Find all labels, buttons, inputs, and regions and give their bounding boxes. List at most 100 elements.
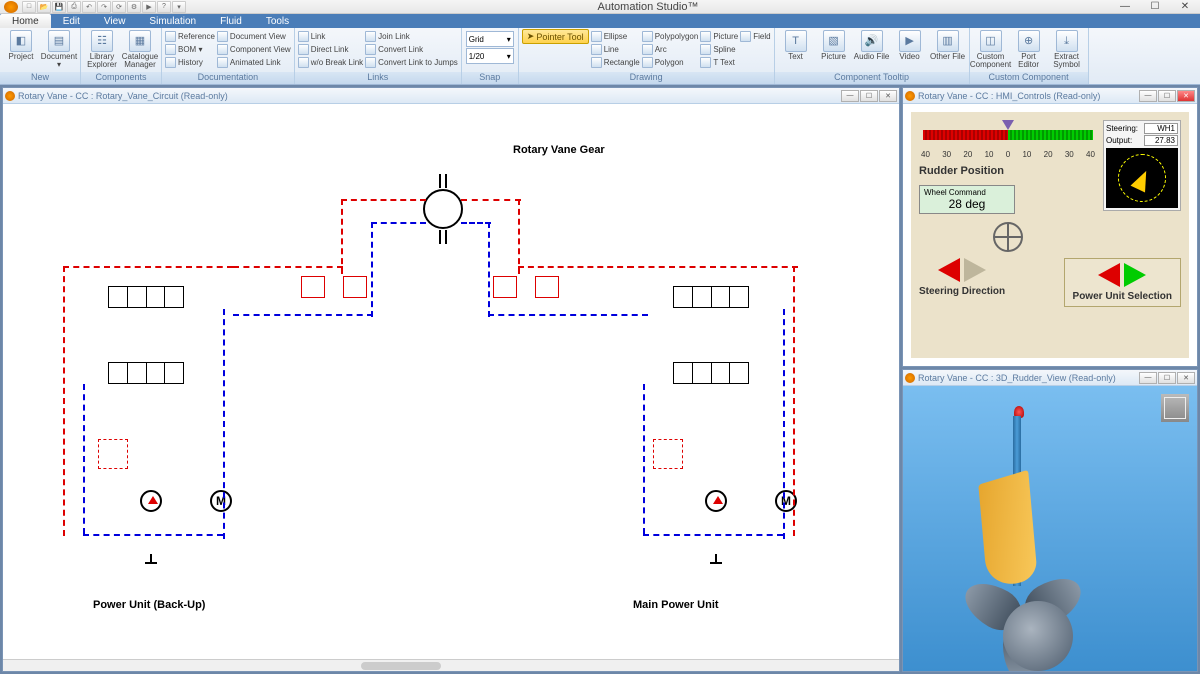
qat-play-icon[interactable]: ▶ [142,1,156,13]
tab-edit[interactable]: Edit [51,14,92,28]
spline-button[interactable]: Spline [700,43,738,56]
view3d-window-header[interactable]: Rotary Vane - CC : 3D_Rudder_View (Read-… [903,370,1197,386]
power-backup-button[interactable] [1098,263,1120,287]
check-left-1 [301,276,325,298]
custom-component-button[interactable]: ◫Custom Component [973,30,1009,69]
text-button[interactable]: T Text [700,56,738,69]
join-link-button[interactable]: Join Link [365,30,458,43]
power-sel-label: Power Unit Selection [1073,291,1172,302]
hmi-window-header[interactable]: Rotary Vane - CC : HMI_Controls (Read-on… [903,88,1197,104]
qat-open-icon[interactable]: 📂 [37,1,51,13]
catalogue-manager-button[interactable]: ▦Catalogue Manager [122,30,158,69]
bom-icon [165,44,176,55]
horizontal-scrollbar[interactable] [3,659,899,671]
qat-new-icon[interactable]: □ [22,1,36,13]
tab-tools[interactable]: Tools [254,14,301,28]
wo-break-link-button[interactable]: w/o Break Link [298,56,363,69]
output-label: Output: [1106,136,1132,145]
port-editor-button[interactable]: ⊕Port Editor [1011,30,1047,69]
convert-link-button[interactable]: Convert Link [365,43,458,56]
child-max-button[interactable]: ☐ [860,90,878,102]
ellipse-button[interactable]: Ellipse [591,30,640,43]
circuit-canvas[interactable]: Rotary Vane Gear Power Unit (Back-Up) Ma… [3,104,899,659]
ribbon-group-links: Link Direct Link w/o Break Link Join Lin… [295,28,462,84]
group-label-new: New [0,72,80,84]
view3d-viewport[interactable] [903,386,1197,671]
qat-save-icon[interactable]: 💾 [52,1,66,13]
pointer-tool-button[interactable]: ➤Pointer Tool [522,29,589,44]
direct-link-button[interactable]: Direct Link [298,43,363,56]
document-view-button[interactable]: Document View [217,30,291,43]
steer-left-button[interactable] [938,258,960,282]
window-controls: — ☐ ✕ [1110,0,1200,14]
motor-left [210,490,232,512]
minimize-button[interactable]: — [1110,0,1140,14]
left-unit-label: Power Unit (Back-Up) [93,599,205,611]
tab-simulation[interactable]: Simulation [137,14,208,28]
child-max-button[interactable]: ☐ [1158,372,1176,384]
tooltip-video-button[interactable]: ▶Video [892,30,928,61]
qat-refresh-icon[interactable]: ⟳ [112,1,126,13]
steer-right-button[interactable] [964,258,986,282]
polygon-button[interactable]: Polygon [642,56,699,69]
ribbon: ◧Project ▤Document▾ New ☷Library Explore… [0,28,1200,85]
tab-fluid[interactable]: Fluid [208,14,254,28]
group-label-custom: Custom Component [970,72,1088,84]
child-close-button[interactable]: ✕ [879,90,897,102]
maximize-button[interactable]: ☐ [1140,0,1170,14]
extract-symbol-button[interactable]: ⤓Extract Symbol [1049,30,1085,69]
project-button[interactable]: ◧Project [3,30,39,61]
arc-button[interactable]: Arc [642,43,699,56]
convert-link-icon [365,44,376,55]
snap-value-select[interactable]: 1/20▾ [466,48,514,64]
convert-link-jumps-button[interactable]: Convert Link to Jumps [365,56,458,69]
tooltip-text-button[interactable]: TText [778,30,814,61]
pump-right [705,490,727,512]
tooltip-picture-button[interactable]: ▧Picture [816,30,852,61]
quick-access-toolbar: □ 📂 💾 ⎙ ↶ ↷ ⟳ ⚙ ▶ ? ▾ [22,1,186,13]
history-icon [165,57,176,68]
close-button[interactable]: ✕ [1170,0,1200,14]
tooltip-audio-button[interactable]: 🔊Audio File [854,30,890,61]
animated-link-button[interactable]: Animated Link [217,56,291,69]
qat-expand-icon[interactable]: ▾ [172,1,186,13]
app-title: Automation Studio™ [186,1,1110,13]
rectangle-button[interactable]: Rectangle [591,56,640,69]
workspace: Rotary Vane - CC : Rotary_Vane_Circuit (… [0,85,1200,674]
qat-help-icon[interactable]: ? [157,1,171,13]
child-close-button[interactable]: ✕ [1177,372,1195,384]
qat-print-icon[interactable]: ⎙ [67,1,81,13]
group-label-snap: Snap [462,72,518,84]
power-main-button[interactable] [1124,263,1146,287]
polypolygon-button[interactable]: Polypolygon [642,30,699,43]
link-button[interactable]: Link [298,30,363,43]
valve-right-lower [673,362,749,384]
child-min-button[interactable]: — [841,90,859,102]
picture-button[interactable]: Picture [700,30,738,43]
child-close-button[interactable]: ✕ [1177,90,1195,102]
app-logo-icon [4,1,18,13]
bom-button[interactable]: BOM ▾ [165,43,215,56]
library-explorer-button[interactable]: ☷Library Explorer [84,30,120,69]
circuit-window-header[interactable]: Rotary Vane - CC : Rotary_Vane_Circuit (… [3,88,899,104]
component-view-button[interactable]: Component View [217,43,291,56]
child-min-button[interactable]: — [1139,90,1157,102]
view-cube[interactable] [1161,394,1189,422]
circuit-title-label: Rotary Vane Gear [513,144,605,156]
qat-redo-icon[interactable]: ↷ [97,1,111,13]
line [63,266,233,268]
child-min-button[interactable]: — [1139,372,1157,384]
tab-view[interactable]: View [92,14,138,28]
field-button[interactable]: Field [740,30,770,43]
child-max-button[interactable]: ☐ [1158,90,1176,102]
tab-home[interactable]: Home [0,14,51,28]
reference-button[interactable]: Reference [165,30,215,43]
line-button[interactable]: Line [591,43,640,56]
qat-undo-icon[interactable]: ↶ [82,1,96,13]
qat-config-icon[interactable]: ⚙ [127,1,141,13]
document-button[interactable]: ▤Document▾ [41,30,77,69]
snap-grid-select[interactable]: Grid▾ [466,31,514,47]
history-button[interactable]: History [165,56,215,69]
steering-wheel-icon[interactable] [993,222,1023,252]
tooltip-other-button[interactable]: ▥Other File [930,30,966,61]
